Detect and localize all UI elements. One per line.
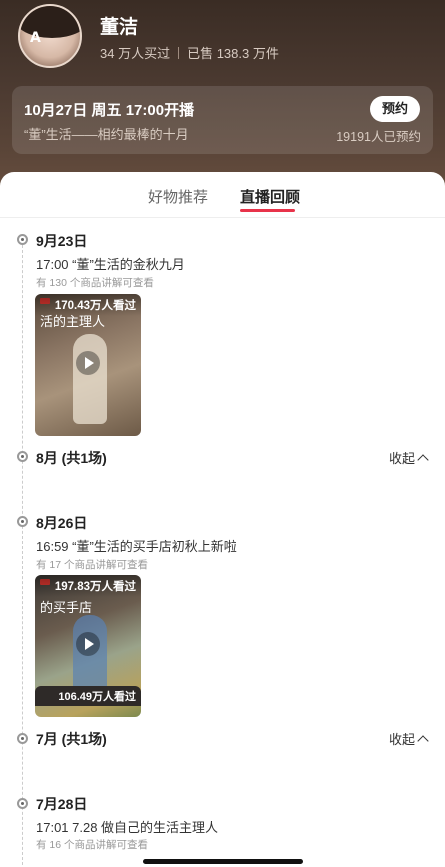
timeline-dot bbox=[17, 516, 28, 527]
avatar-hair bbox=[20, 6, 80, 38]
profile-stats: 34 万人买过 已售 138.3 万件 bbox=[100, 43, 279, 62]
timeline-dot bbox=[17, 733, 28, 744]
replay-date: 8月26日 bbox=[36, 515, 88, 531]
view-count: 106.49万人看过 bbox=[58, 691, 136, 703]
active-tab-indicator bbox=[240, 209, 295, 212]
buyers-count: 34 万人买过 bbox=[100, 46, 171, 61]
replay-date: 7月28日 bbox=[36, 796, 88, 812]
sold-count: 已售 138.3 万件 bbox=[187, 46, 279, 61]
month-label: 7月 (共1场) bbox=[36, 731, 107, 747]
view-count: 197.83万人看过 bbox=[35, 575, 141, 597]
reserve-count: 19191人已预约 bbox=[336, 130, 421, 144]
timeline-dot bbox=[17, 234, 28, 245]
replay-title[interactable]: 17:01 7.28 做自己的生活主理人 bbox=[36, 817, 218, 836]
replay-note: 有 130 个商品讲解可查看 bbox=[36, 277, 154, 289]
content-sheet: 好物推荐 直播回顾 9月23日 17:00 “董”生活的金秋九月 有 130 个… bbox=[0, 172, 445, 867]
avatar-doodle: A bbox=[30, 30, 41, 46]
replay-title[interactable]: 17:00 “董”生活的金秋九月 bbox=[36, 254, 185, 273]
collapse-button[interactable]: 收起 bbox=[388, 448, 429, 467]
replay-note: 有 16 个商品讲解可查看 bbox=[36, 839, 149, 851]
upcoming-live-card[interactable]: 10月27日 周五 17:00开播 “董”生活——相约最棒的十月 预约 1919… bbox=[12, 86, 433, 154]
stats-divider bbox=[178, 46, 180, 59]
replay-cover[interactable]: 106.49万人看过 bbox=[35, 686, 141, 706]
play-icon[interactable] bbox=[76, 351, 100, 375]
chevron-up-icon bbox=[417, 734, 429, 747]
collapse-label: 收起 bbox=[388, 732, 415, 747]
cover-text: 的买手店 bbox=[40, 601, 93, 616]
home-indicator[interactable] bbox=[143, 859, 303, 864]
replay-cover[interactable]: 170.43万人看过 活的主理人 bbox=[35, 294, 141, 436]
tab-recommend[interactable]: 好物推荐 bbox=[148, 186, 208, 207]
cover-text: 活的主理人 bbox=[40, 315, 106, 330]
timeline-line bbox=[22, 240, 23, 867]
cover-figure bbox=[73, 334, 107, 424]
timeline-dot bbox=[17, 451, 28, 462]
tab-replay[interactable]: 直播回顾 bbox=[240, 186, 300, 207]
collapse-button[interactable]: 收起 bbox=[388, 729, 429, 748]
profile-name: 董洁 bbox=[100, 17, 139, 38]
timeline-dot bbox=[17, 798, 28, 809]
replay-date: 9月23日 bbox=[36, 233, 88, 249]
replay-title[interactable]: 16:59 “董”生活的买手店初秋上新啦 bbox=[36, 536, 237, 555]
replay-note: 有 17 个商品讲解可查看 bbox=[36, 559, 149, 571]
month-header: 7月 (共1场) 收起 bbox=[36, 729, 436, 749]
reserve-button[interactable]: 预约 bbox=[370, 96, 420, 122]
live-subtitle: “董”生活——相约最棒的十月 bbox=[24, 127, 189, 142]
month-header: 8月 (共1场) 收起 bbox=[36, 448, 436, 468]
profile-header: A 董洁 34 万人买过 已售 138.3 万件 10月27日 周五 17:00… bbox=[0, 0, 445, 200]
play-icon[interactable] bbox=[76, 632, 100, 656]
avatar[interactable]: A bbox=[18, 4, 82, 68]
live-title: 10月27日 周五 17:00开播 bbox=[24, 102, 195, 119]
month-label: 8月 (共1场) bbox=[36, 450, 107, 466]
tab-bar: 好物推荐 直播回顾 bbox=[0, 172, 445, 218]
chevron-up-icon bbox=[417, 453, 429, 466]
collapse-label: 收起 bbox=[388, 451, 415, 466]
